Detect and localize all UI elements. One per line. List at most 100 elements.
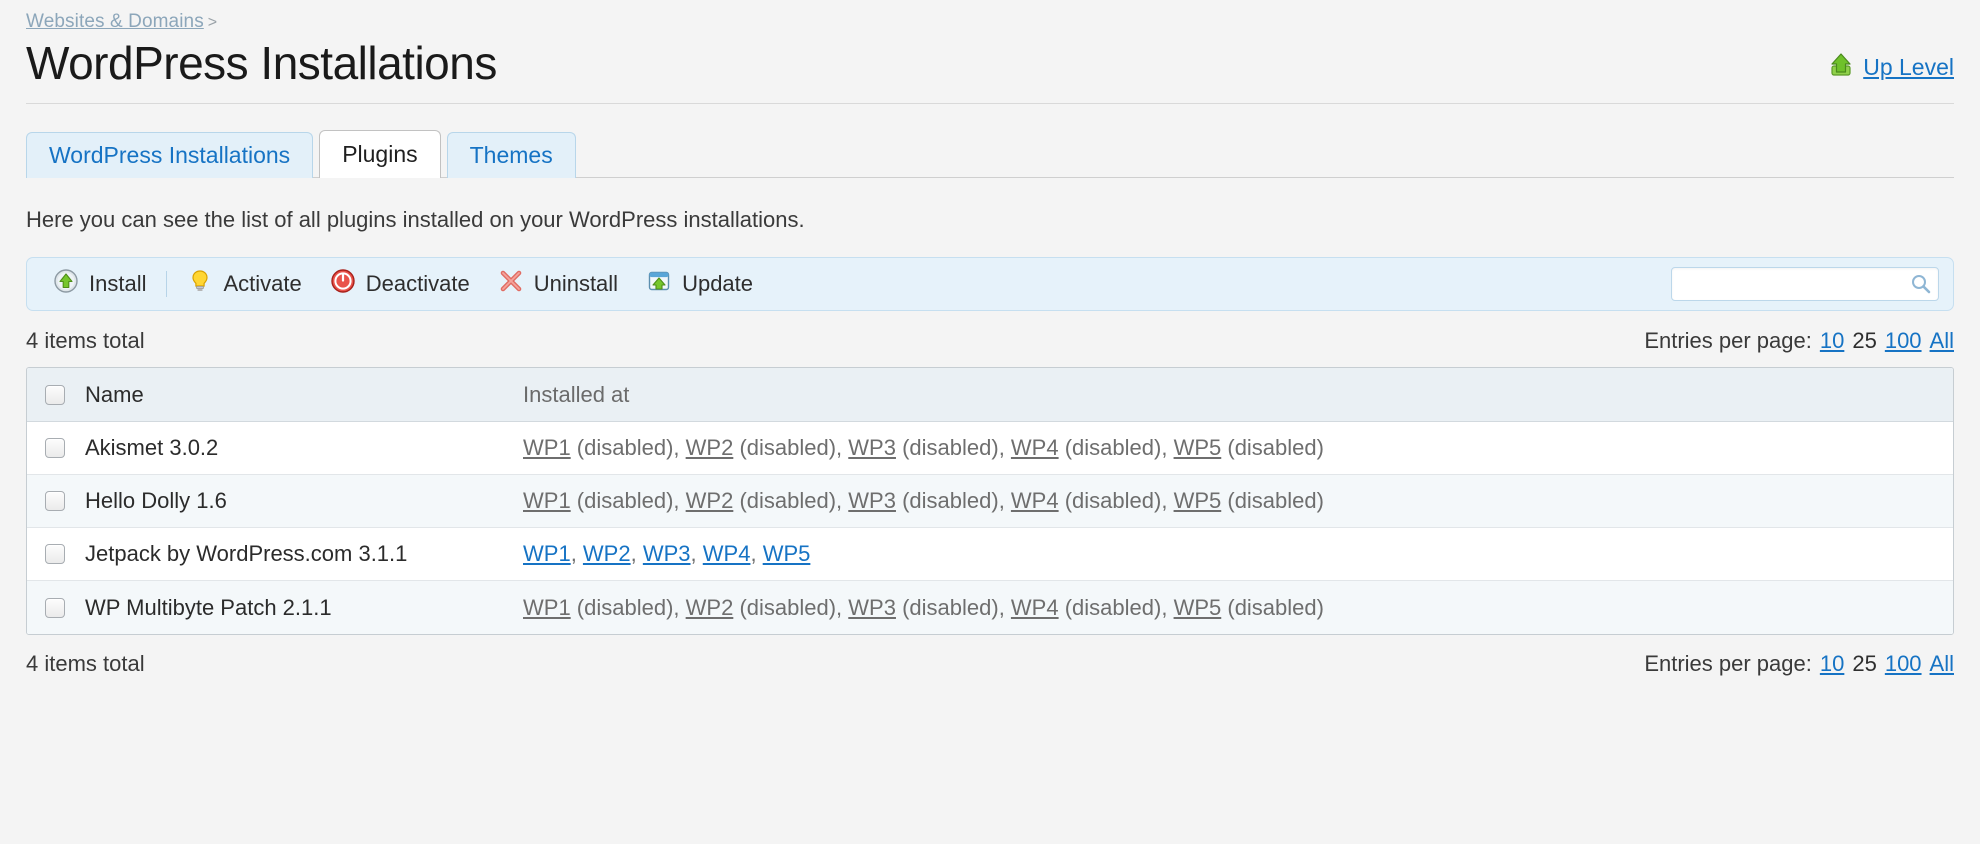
uninstall-button[interactable]: Uninstall [484,264,632,304]
install-arrow-icon [53,268,79,300]
installation-link-wp5[interactable]: WP5 [1174,595,1222,620]
table-row: Hello Dolly 1.6 WP1 (disabled), WP2 (dis… [27,475,1953,528]
breadcrumb: Websites & Domains > [26,0,1954,35]
update-label: Update [682,271,754,296]
installation-link-wp5[interactable]: WP5 [763,541,811,566]
plugin-name: Jetpack by WordPress.com 3.1.1 [85,541,408,566]
search-input[interactable] [1671,267,1939,301]
tab-label: Themes [469,142,553,168]
tab-wordpress-installations[interactable]: WordPress Installations [26,132,314,178]
installation-link-wp3[interactable]: WP3 [848,595,896,620]
entries-per-page-bottom: Entries per page: 10 25 100 All [1644,651,1954,677]
row-checkbox[interactable] [45,438,65,458]
table-row: Jetpack by WordPress.com 3.1.1 WP1, WP2,… [27,528,1953,581]
plugin-name: WP Multibyte Patch 2.1.1 [85,594,332,620]
list-separator: , [570,541,583,566]
red-x-icon [498,268,524,300]
installation-link-wp4[interactable]: WP4 [1011,595,1059,620]
installation-status: (disabled) [1221,435,1324,460]
installation-status: (disabled) [1221,594,1324,620]
list-separator: , [1161,488,1174,513]
installation-link-wp3[interactable]: WP3 [643,541,691,566]
list-separator: , [690,541,703,566]
entries-option-100[interactable]: 100 [1885,328,1922,354]
column-header-name[interactable]: Name [83,382,523,408]
installation-link-wp1[interactable]: WP1 [523,435,571,460]
up-level[interactable]: Up Level [1828,52,1954,89]
installation-link-wp2[interactable]: WP2 [583,541,631,566]
installation-status: (disabled) [1058,488,1162,513]
tab-label: WordPress Installations [49,142,291,168]
select-all-cell [27,384,83,405]
update-button[interactable]: Update [632,264,767,304]
listing-summary-top: 4 items total Entries per page: 10 25 10… [26,328,1954,354]
installation-status: (disabled) [895,488,999,513]
page-title: WordPress Installations [26,37,497,89]
list-separator: , [630,541,643,566]
tab-underline [26,177,1954,178]
entries-option-10[interactable]: 10 [1820,328,1844,354]
installation-status: (disabled) [733,594,837,620]
installation-status: (disabled) [1058,594,1162,620]
installation-link-wp2[interactable]: WP2 [686,595,734,620]
tab-bar: WordPress Installations Plugins Themes [26,130,1954,178]
entries-option-100[interactable]: 100 [1885,651,1922,677]
uninstall-label: Uninstall [533,271,619,296]
entries-option-25-selected[interactable]: 25 [1852,328,1876,354]
list-separator: , [998,488,1011,513]
install-button[interactable]: Install [39,264,160,304]
activate-button[interactable]: Activate [173,264,315,304]
installation-link-wp2[interactable]: WP2 [686,488,734,513]
list-separator: , [750,541,763,566]
search-box[interactable] [1671,267,1939,301]
table-row: Akismet 3.0.2 WP1 (disabled), WP2 (disab… [27,422,1953,475]
row-select-cell [27,597,83,618]
installation-link-wp5[interactable]: WP5 [1174,488,1222,513]
installation-status: (disabled) [733,435,837,460]
installation-status: (disabled) [1058,435,1162,460]
installation-link-wp1[interactable]: WP1 [523,541,571,566]
entries-option-25-selected[interactable]: 25 [1852,651,1876,677]
list-separator: , [1161,594,1174,620]
installation-link-wp1[interactable]: WP1 [523,595,571,620]
installation-status: (disabled) [895,435,999,460]
installed-at-list: WP1 (disabled), WP2 (disabled), WP3 (dis… [523,488,1953,514]
installation-status: (disabled) [570,488,674,513]
list-separator: , [998,594,1011,620]
installation-link-wp4[interactable]: WP4 [1011,435,1059,460]
installation-link-wp4[interactable]: WP4 [1011,488,1059,513]
up-level-link[interactable]: Up Level [1863,54,1954,81]
installation-status: (disabled) [570,435,674,460]
column-header-installed-at[interactable]: Installed at [523,382,1953,408]
listing-summary-bottom: 4 items total Entries per page: 10 25 10… [26,651,1954,677]
table-header-row: Name Installed at [27,368,1953,422]
row-checkbox[interactable] [45,597,65,618]
green-up-arrow-icon [1828,52,1854,83]
installation-link-wp3[interactable]: WP3 [848,488,896,513]
action-toolbar: Install Activate Deactivate Uninstall Up… [26,257,1954,311]
entries-per-page-label: Entries per page: [1644,651,1812,676]
table-row: WP Multibyte Patch 2.1.1 WP1 (disabled),… [27,581,1953,634]
row-checkbox[interactable] [45,544,65,564]
deactivate-button[interactable]: Deactivate [316,264,484,304]
window-update-icon [646,268,672,300]
row-checkbox[interactable] [45,491,65,511]
deactivate-label: Deactivate [365,271,470,296]
lightbulb-icon [187,268,213,300]
entries-option-all[interactable]: All [1930,328,1954,354]
plugin-name: Akismet 3.0.2 [85,435,219,460]
row-select-cell [27,438,83,458]
tab-themes[interactable]: Themes [446,132,576,178]
entries-option-all[interactable]: All [1930,651,1954,677]
tab-plugins[interactable]: Plugins [319,130,441,178]
breadcrumb-separator: > [207,14,218,31]
select-all-checkbox[interactable] [45,384,65,405]
installation-link-wp2[interactable]: WP2 [686,435,734,460]
breadcrumb-link-websites-domains[interactable]: Websites & Domains [26,11,204,32]
installation-link-wp3[interactable]: WP3 [848,435,896,460]
list-separator: , [673,488,686,513]
entries-option-10[interactable]: 10 [1820,651,1844,677]
installation-link-wp4[interactable]: WP4 [703,541,751,566]
installation-link-wp1[interactable]: WP1 [523,488,571,513]
installation-link-wp5[interactable]: WP5 [1174,435,1222,460]
